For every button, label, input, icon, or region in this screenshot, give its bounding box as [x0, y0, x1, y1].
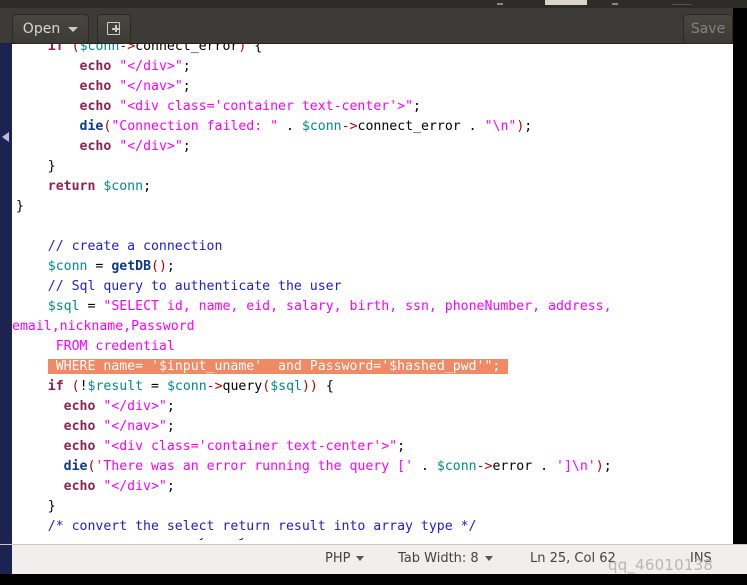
- tab-remnant: [545, 0, 587, 5]
- headerbar-right-pad: [733, 8, 747, 44]
- code-line: /* convert the select return result into…: [47, 519, 477, 534]
- code-line: die("Connection failed: " . $conn->conne…: [79, 119, 533, 134]
- code-line-highlighted: WHERE name= '$input_uname' and Password=…: [12, 357, 733, 377]
- code-line: echo "</div>";: [79, 59, 191, 74]
- code-line: echo "</div>";: [63, 399, 175, 414]
- editor-gutter: [0, 44, 12, 544]
- code-line: $conn = getDB();: [47, 259, 175, 274]
- headerbar: Open Save: [0, 8, 733, 44]
- save-button-label: Save: [690, 21, 726, 37]
- code-line: if ($conn->connect_error) {: [47, 44, 263, 54]
- window-bottom-edge: [0, 574, 747, 585]
- insert-mode-label: INS: [690, 551, 712, 566]
- window-mark-left: [497, 3, 503, 5]
- code-line: echo "</div>";: [63, 479, 175, 494]
- code-editor[interactable]: if ($conn->connect_error) { echo "</div>…: [12, 44, 733, 544]
- statusbar-left-edge: [0, 545, 12, 574]
- window-top-strip: [0, 0, 747, 8]
- language-label: PHP: [325, 551, 351, 566]
- chevron-down-icon: [484, 556, 493, 561]
- code-line: echo "<div class='container text-center'…: [63, 439, 406, 454]
- language-selector[interactable]: PHP: [325, 551, 365, 566]
- open-button[interactable]: Open: [12, 14, 89, 44]
- tab-width-label: Tab Width: 8: [398, 551, 479, 566]
- code-line: if (!$result = $conn->query($sql)) {: [47, 379, 334, 394]
- new-document-button[interactable]: [97, 14, 131, 44]
- chevron-down-icon: [68, 26, 79, 32]
- code-line: }: [47, 159, 56, 174]
- code-line: return $conn;: [47, 179, 152, 194]
- gedit-window: Open Save if ($conn->connect_error) { ec…: [0, 0, 747, 585]
- code-line: echo "</nav>";: [79, 79, 191, 94]
- code-line: email,nickname,Password: [12, 319, 195, 334]
- code-line: }: [16, 199, 24, 214]
- insert-mode-indicator[interactable]: INS: [690, 551, 712, 566]
- left-arrow-marker-icon: [2, 132, 9, 142]
- code-line: // Sql query to authenticate the user: [47, 279, 342, 294]
- window-mark-right: [612, 3, 618, 5]
- code-content[interactable]: if ($conn->connect_error) { echo "</div>…: [12, 44, 733, 544]
- editor-right-pad: [733, 44, 747, 544]
- code-line: $sql = "SELECT id, name, eid, salary, bi…: [47, 299, 612, 314]
- save-button[interactable]: Save: [683, 14, 733, 44]
- statusbar: PHP Tab Width: 8 Ln 25, Col 62 INS: [0, 544, 747, 574]
- window-mark-far-right: [672, 4, 692, 5]
- cursor-position: Ln 25, Col 62: [530, 551, 616, 566]
- code-line: echo "</div>";: [79, 139, 191, 154]
- code-line: // create a connection: [47, 239, 223, 254]
- code-line: echo "</nav>";: [63, 419, 175, 434]
- code-line: }: [47, 499, 56, 514]
- code-line: die('There was an error running the quer…: [63, 459, 612, 474]
- open-button-label: Open: [22, 21, 61, 37]
- tab-width-selector[interactable]: Tab Width: 8: [398, 551, 493, 566]
- cursor-position-label: Ln 25, Col 62: [530, 551, 616, 566]
- code-line: FROM credential: [55, 339, 175, 354]
- code-line: echo "<div class='container text-center'…: [79, 99, 421, 114]
- chevron-down-icon: [356, 556, 365, 561]
- new-document-icon: [106, 21, 122, 37]
